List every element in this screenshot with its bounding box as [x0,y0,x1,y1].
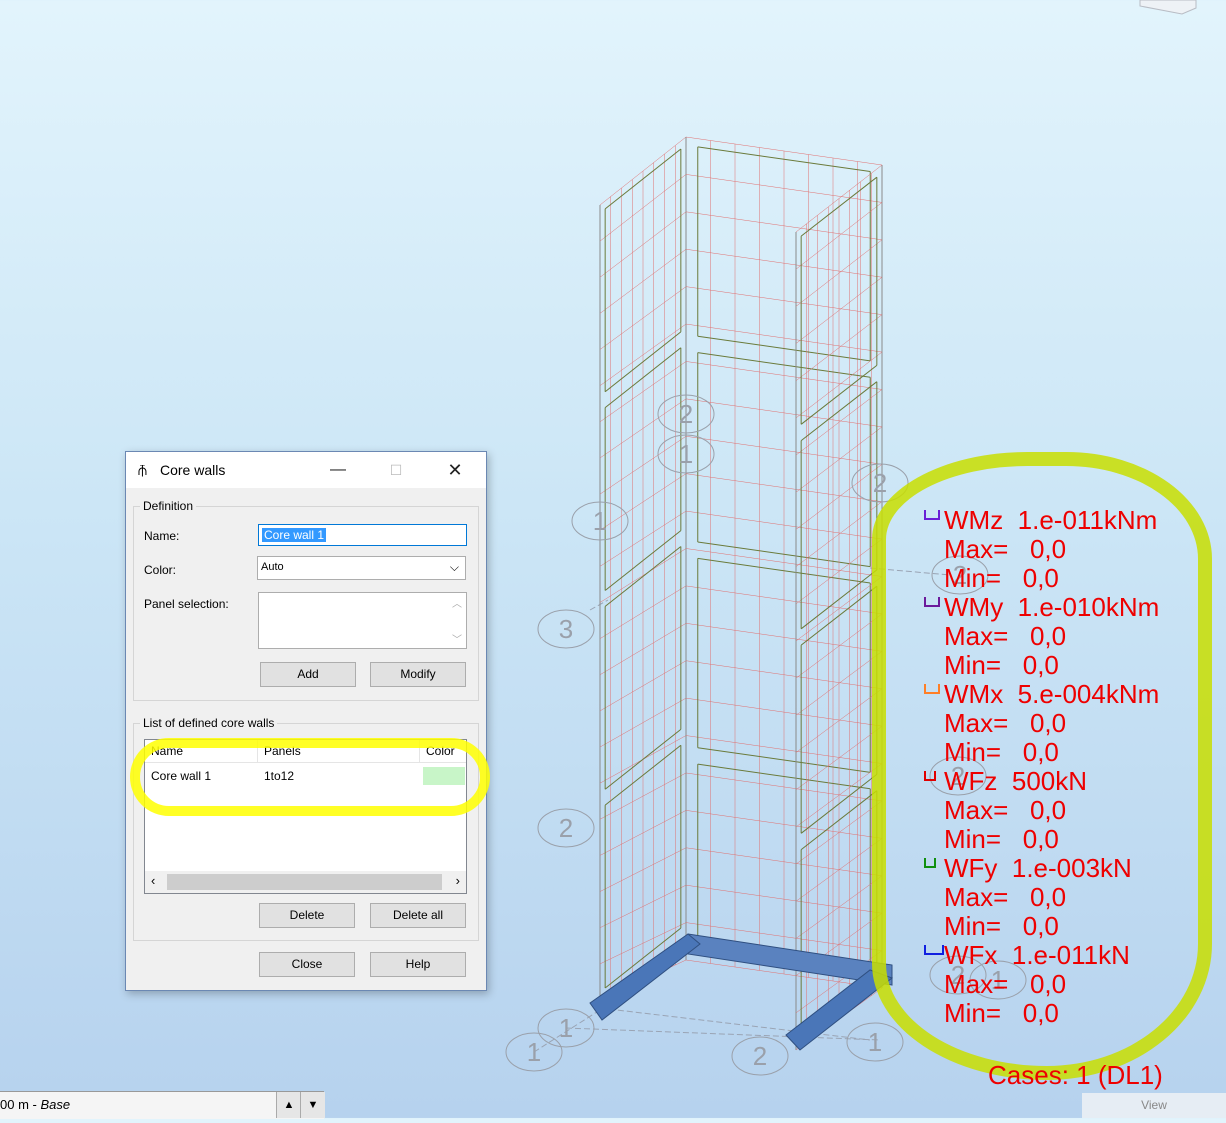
row-color-swatch [423,767,465,785]
wfy-label: WFy 1.e-003kN [944,853,1132,883]
delete-all-button[interactable]: Delete all [370,903,466,928]
wfz-max: Max= 0,0 [944,795,1067,825]
grid-bubble: 1 [571,501,629,541]
grid-bubble: 2 [537,808,595,848]
modify-button[interactable]: Modify [370,662,466,687]
load-cases-label: Cases: 1 (DL1) [988,1060,1163,1090]
story-text: 00 m - Base [0,1097,70,1112]
grid-bubble: 1 [657,434,715,474]
wfz-min: Min= 0,0 [944,824,1059,854]
wfy-min: Min= 0,0 [944,911,1059,941]
column-header-color[interactable]: Color [420,740,466,762]
grid-bubble-label: 1 [527,1037,541,1067]
scrollbar-thumb[interactable] [167,874,442,890]
name-label: Name: [144,529,180,543]
foundation-beams [589,933,894,1051]
grid-bubble: 1 [505,1032,563,1072]
delete-button[interactable]: Delete [259,903,355,928]
wmy-max: Max= 0,0 [944,621,1067,651]
grid-bubble-label: 2 [873,468,887,498]
dialog-title: Core walls [160,462,226,478]
grid-bubble-label: 2 [559,813,573,843]
wmy-min: Min= 0,0 [944,650,1059,680]
close-icon[interactable]: ✕ [435,456,475,484]
color-select-value: Auto [261,561,284,573]
color-select[interactable]: Auto ⌵ [257,556,466,580]
story-selector[interactable]: 00 m - Base ▲ ▼ [0,1091,325,1119]
core-wall-wireframe [599,136,883,1051]
grid-bubble-label: 1 [593,506,607,536]
list-item[interactable]: Core wall 1 1to12 [145,766,466,786]
foundation-left [589,933,701,1021]
wmz-label: WMz 1.e-011kNm [944,505,1158,535]
wfx-max: Max= 0,0 [944,969,1067,999]
grid-bubble-label: 3 [559,614,573,644]
wmy-label: WMy 1.e-010kNm [944,592,1160,622]
grid-bubble-label: 2 [679,399,693,429]
minimize-icon[interactable]: — [318,456,358,484]
close-button[interactable]: Close [259,952,355,977]
wmy-marker-icon [924,597,940,607]
definition-legend: Definition [140,499,197,513]
name-input[interactable]: Core wall 1 [258,524,467,546]
grid-bubble-label: 1 [868,1027,882,1057]
wmx-marker-icon [924,684,940,694]
core-walls-dialog: ⫚ Core walls — ☐ ✕ Definition Name: Core… [125,451,487,991]
wmx-label: WMx 5.e-004kNm [944,679,1160,709]
grid-bubble: 1 [846,1022,904,1062]
grid-bubble: 2 [657,394,715,434]
row-panels: 1to12 [264,769,295,783]
chevron-down-icon: ⌵ [449,560,459,574]
scroll-up-icon[interactable]: ︿ [452,595,462,610]
wmx-max: Max= 0,0 [944,708,1067,738]
story-name: Base [40,1097,71,1112]
wfy-max: Max= 0,0 [944,882,1067,912]
maximize-icon[interactable]: ☐ [376,456,416,484]
list-header: Name Panels Color [145,740,466,763]
dialog-titlebar[interactable]: ⫚ Core walls — ☐ ✕ [126,452,486,488]
core-wall-app-icon: ⫚ [138,462,147,479]
wfz-label: WFz 500kN [944,766,1088,796]
column-header-name[interactable]: Name [145,740,258,762]
horizontal-scrollbar[interactable]: ‹ › [145,871,466,893]
grid-bubble: 2 [731,1036,789,1076]
grid-bubble: 3 [537,609,595,649]
wfx-marker-icon [924,945,944,955]
wfx-min: Min= 0,0 [944,998,1059,1028]
scroll-left-icon[interactable]: ‹ [151,873,155,888]
row-name: Core wall 1 [151,769,212,783]
results-legend: WMz 1.e-011kNm Max= 0,0 Min= 0,0 WMy 1.e… [922,502,1222,1032]
wmx-min: Min= 0,0 [944,737,1059,767]
view-cube [1139,0,1197,15]
story-down-icon[interactable]: ▼ [300,1092,325,1118]
wfz-marker-icon [924,771,936,781]
wfx-label: WFx 1.e-011kN [944,940,1130,970]
name-input-value: Core wall 1 [262,528,327,542]
core-walls-list[interactable]: Name Panels Color Core wall 1 1to12 ‹ › [144,739,467,894]
add-button[interactable]: Add [260,662,356,687]
panel-selection-label: Panel selection: [144,597,229,611]
panel-selection-input[interactable]: ︿ ﹀ [258,592,467,649]
wfy-marker-icon [924,858,936,868]
story-up-icon[interactable]: ▲ [276,1092,301,1118]
wmz-marker-icon [924,510,940,520]
grid-bubble-label: 2 [753,1041,767,1071]
grid-bubble-label: 1 [679,439,693,469]
view-tab[interactable]: View [1082,1093,1226,1118]
grid-bubble: 1 [537,1008,595,1048]
wmz-min: Min= 0,0 [944,563,1059,593]
help-button[interactable]: Help [370,952,466,977]
wmz-max: Max= 0,0 [944,534,1067,564]
column-header-panels[interactable]: Panels [258,740,420,762]
color-label: Color: [144,563,177,577]
scroll-right-icon[interactable]: › [456,873,460,888]
list-legend: List of defined core walls [140,716,278,730]
grid-bubble-label: 1 [559,1013,573,1043]
scroll-down-icon[interactable]: ﹀ [452,631,462,646]
story-prefix: 00 m - [0,1097,41,1112]
